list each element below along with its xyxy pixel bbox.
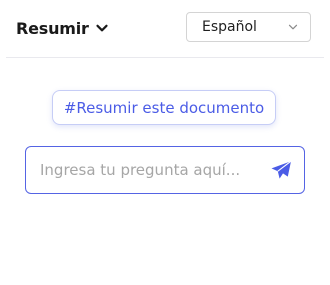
language-value: Español	[202, 19, 257, 35]
send-icon	[271, 160, 292, 179]
summarize-document-suggestion[interactable]: #Resumir este documento	[52, 90, 276, 125]
chevron-down-icon	[95, 21, 109, 35]
header-divider	[6, 57, 324, 58]
question-box	[25, 146, 305, 194]
question-input[interactable]	[40, 147, 260, 193]
mode-dropdown[interactable]: Resumir	[16, 17, 109, 39]
header: Resumir Español	[0, 0, 330, 57]
suggestion-label: #Resumir este documento	[63, 98, 265, 117]
send-button[interactable]	[270, 160, 292, 180]
mode-label: Resumir	[16, 18, 89, 38]
language-select[interactable]: Español	[186, 12, 311, 42]
chevron-down-icon	[288, 22, 298, 32]
